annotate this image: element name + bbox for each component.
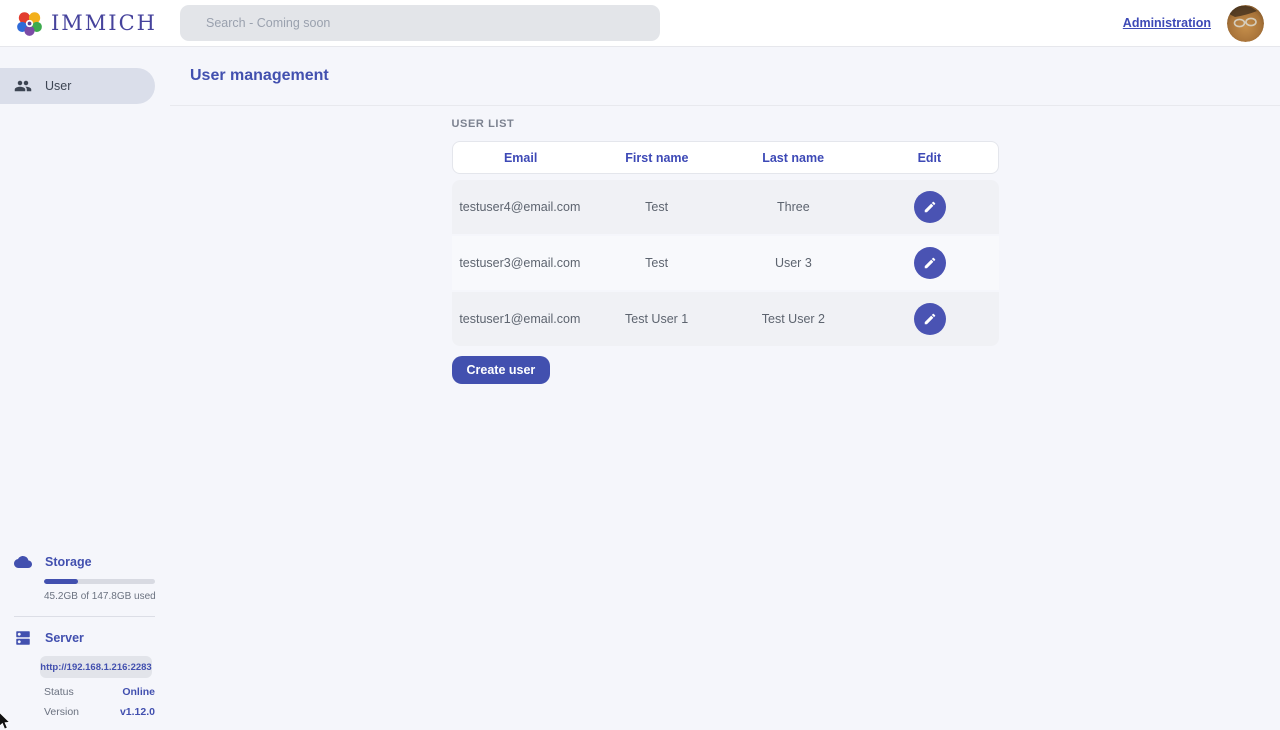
- column-header-edit: Edit: [861, 151, 997, 165]
- cell-first-name: Test: [588, 256, 725, 270]
- pencil-icon: [923, 312, 937, 326]
- edit-user-button[interactable]: [914, 303, 946, 335]
- cell-email: testuser3@email.com: [452, 256, 589, 270]
- status-label: Status: [44, 686, 74, 698]
- edit-user-button[interactable]: [914, 191, 946, 223]
- create-user-button[interactable]: Create user: [452, 356, 551, 384]
- sidebar-item-label: User: [45, 79, 71, 93]
- server-title: Server: [45, 631, 84, 645]
- cell-last-name: User 3: [725, 256, 862, 270]
- main-content: User management USER LIST Email First na…: [170, 47, 1280, 730]
- pencil-icon: [923, 200, 937, 214]
- server-status-row: Status Online: [44, 686, 155, 698]
- immich-logo[interactable]: IMMICH: [16, 10, 157, 37]
- version-label: Version: [44, 706, 79, 718]
- user-list-label: USER LIST: [452, 118, 999, 130]
- administration-link[interactable]: Administration: [1123, 16, 1211, 30]
- table-row: testuser3@email.com Test User 3: [452, 236, 999, 290]
- cell-email: testuser4@email.com: [452, 200, 589, 214]
- server-version-row: Version v1.12.0: [44, 706, 155, 718]
- edit-user-button[interactable]: [914, 247, 946, 279]
- admin-sidebar: User Storage 45.2GB of 147.8GB used Serv…: [0, 47, 170, 730]
- group-icon: [14, 77, 32, 95]
- sidebar-divider: [14, 616, 155, 617]
- storage-usage-text: 45.2GB of 147.8GB used: [44, 591, 170, 602]
- storage-title: Storage: [45, 555, 92, 569]
- version-value: v1.12.0: [120, 706, 155, 718]
- status-value: Online: [122, 686, 155, 698]
- server-url-badge: http://192.168.1.216:2283: [40, 656, 152, 678]
- table-row: testuser1@email.com Test User 1 Test Use…: [452, 292, 999, 346]
- page-header: User management: [170, 47, 1280, 106]
- table-row: testuser4@email.com Test Three: [452, 180, 999, 234]
- cloud-icon: [14, 553, 32, 571]
- column-header-email: Email: [453, 151, 589, 165]
- column-header-first-name: First name: [589, 151, 725, 165]
- user-avatar[interactable]: [1227, 5, 1264, 42]
- logo-wordmark: IMMICH: [51, 11, 157, 35]
- storage-progress-bar: [44, 579, 155, 584]
- sidebar-status-panel: Storage 45.2GB of 147.8GB used Server ht…: [0, 553, 170, 730]
- cell-email: testuser1@email.com: [452, 312, 589, 326]
- user-list-section: USER LIST Email First name Last name Edi…: [452, 118, 999, 384]
- table-header-row: Email First name Last name Edit: [452, 141, 999, 174]
- cell-last-name: Three: [725, 200, 862, 214]
- storage-progress-fill: [44, 579, 78, 584]
- page-title: User management: [190, 67, 329, 85]
- cell-first-name: Test: [588, 200, 725, 214]
- pencil-icon: [923, 256, 937, 270]
- immich-flower-icon: [16, 10, 43, 37]
- search-input[interactable]: [180, 5, 660, 41]
- table-body: testuser4@email.com Test Three testuser3…: [452, 180, 999, 346]
- server-section-header: Server: [0, 629, 170, 647]
- sidebar-item-user[interactable]: User: [0, 68, 155, 104]
- cell-last-name: Test User 2: [725, 312, 862, 326]
- column-header-last-name: Last name: [725, 151, 861, 165]
- storage-section-header: Storage: [0, 553, 170, 571]
- top-nav-bar: IMMICH Administration: [0, 0, 1280, 47]
- cell-first-name: Test User 1: [588, 312, 725, 326]
- dns-icon: [14, 629, 32, 647]
